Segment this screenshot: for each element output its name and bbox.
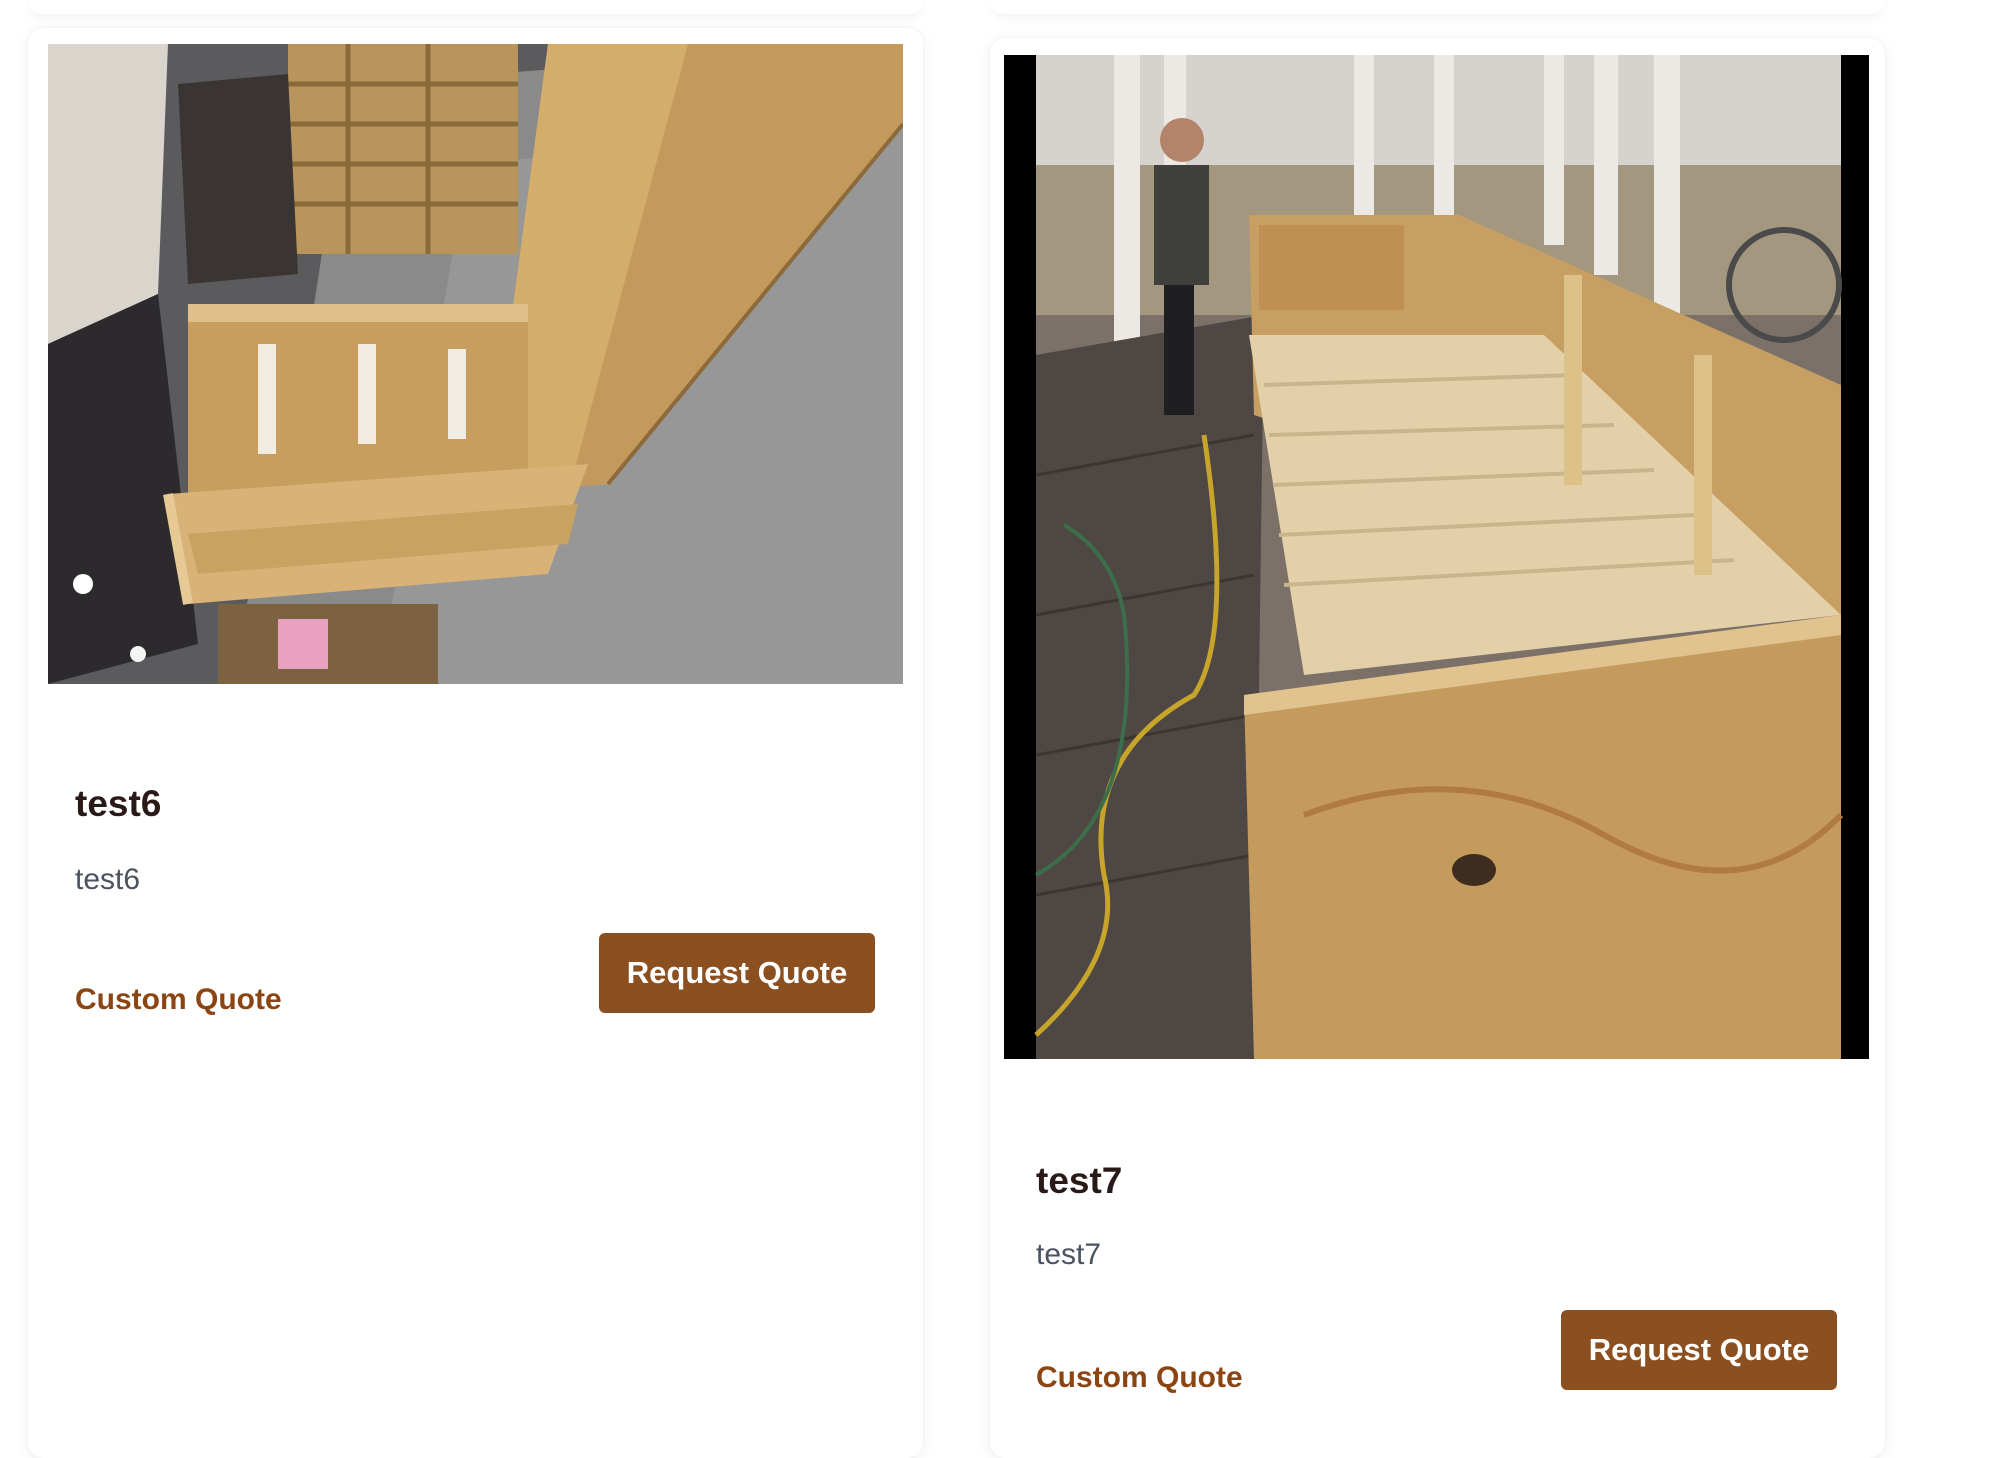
product-card: test6 test6 Custom Quote Request Quote (28, 28, 923, 1458)
custom-quote-label: Custom Quote (75, 983, 282, 1016)
request-quote-button[interactable]: Request Quote (599, 933, 875, 1013)
previous-card-bottom-left (28, 0, 923, 14)
product-image[interactable] (48, 44, 903, 684)
product-description: test7 (1036, 1238, 1102, 1271)
custom-quote-label: Custom Quote (1036, 1361, 1243, 1394)
product-image[interactable] (1004, 55, 1869, 1059)
request-quote-button[interactable]: Request Quote (1561, 1310, 1837, 1390)
previous-card-bottom-right (990, 0, 1885, 14)
product-title: test6 (75, 783, 162, 824)
product-description: test6 (75, 863, 141, 896)
product-title: test7 (1036, 1160, 1123, 1201)
product-card: test7 test7 Custom Quote Request Quote (990, 38, 1885, 1458)
